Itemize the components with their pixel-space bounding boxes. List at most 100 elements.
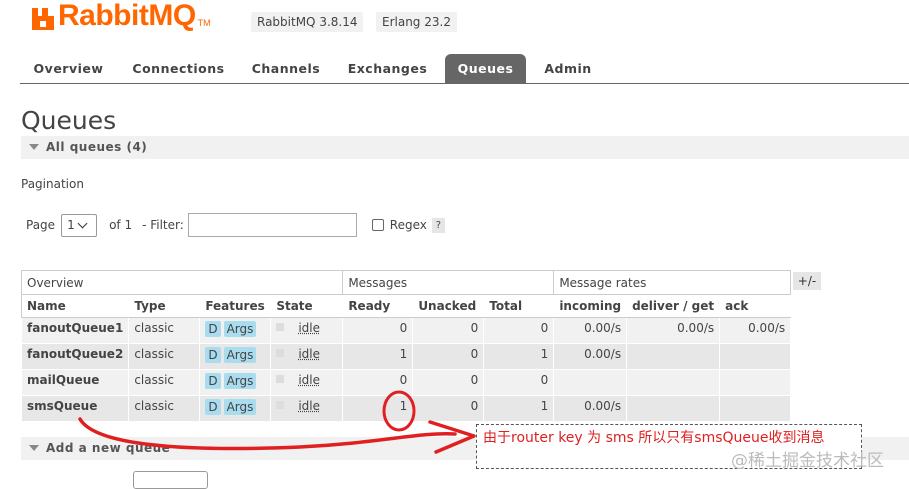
- rabbitmq-logo: RabbitMQ TM: [30, 0, 211, 32]
- state-square-icon: [276, 323, 285, 331]
- messages-unacked: 0: [412, 369, 485, 396]
- regex-help-button[interactable]: ?: [431, 217, 445, 233]
- col-header-name[interactable]: Name: [20, 294, 130, 318]
- queue-state: idle: [270, 369, 344, 396]
- queue-features: D Args: [199, 317, 272, 344]
- state-label: idle: [298, 373, 320, 387]
- tab-overview[interactable]: Overview: [20, 54, 117, 83]
- queue-features: D Args: [199, 395, 272, 422]
- main-nav-tabs: Overview Connections Channels Exchanges …: [20, 54, 909, 84]
- messages-ready: 1: [342, 343, 414, 370]
- erlang-version: Erlang 23.2: [376, 12, 457, 32]
- queue-name-link[interactable]: fanoutQueue1: [20, 317, 130, 344]
- group-header-overview: Overview: [20, 270, 344, 295]
- regex-checkbox[interactable]: [371, 219, 384, 231]
- table-row: mailQueue classic D Args idle 0 0 0: [20, 369, 792, 396]
- messages-unacked: 0: [412, 395, 485, 422]
- add-queue-label: Add a new queue: [46, 441, 171, 455]
- page-select[interactable]: 1: [61, 213, 98, 237]
- rate-ack: [719, 395, 792, 422]
- col-header-features[interactable]: Features: [199, 294, 272, 318]
- tab-exchanges[interactable]: Exchanges: [335, 54, 440, 83]
- page-of-label: of 1: [109, 218, 133, 232]
- queue-type: classic: [128, 343, 201, 370]
- queue-type: classic: [128, 395, 201, 422]
- rabbitmq-version: RabbitMQ 3.8.14: [251, 12, 364, 32]
- messages-total: 0: [483, 369, 555, 396]
- queue-features: D Args: [199, 369, 272, 396]
- filter-input[interactable]: [187, 213, 357, 237]
- rate-deliver-get: [626, 369, 721, 396]
- page-select-value: 1: [67, 218, 75, 232]
- all-queues-section-toggle[interactable]: All queues (4): [21, 136, 909, 159]
- queue-state: idle: [270, 343, 344, 370]
- rate-ack: 0.00/s: [719, 317, 792, 344]
- queue-name-link[interactable]: smsQueue: [20, 395, 130, 422]
- collapse-triangle-icon: [29, 445, 39, 451]
- messages-unacked: 0: [412, 343, 485, 370]
- chevron-down-icon: [77, 218, 88, 228]
- messages-unacked: 0: [412, 317, 485, 344]
- feature-args-badge[interactable]: Args: [223, 373, 257, 389]
- page-label: Page: [26, 218, 56, 232]
- col-header-ready[interactable]: Ready: [342, 294, 414, 318]
- columns-toggle-button[interactable]: +/-: [793, 272, 821, 290]
- feature-durable-badge: D: [205, 373, 221, 389]
- rate-ack: [719, 343, 792, 370]
- collapse-triangle-icon: [29, 144, 39, 150]
- all-queues-label: All queues (4): [46, 140, 148, 154]
- queue-state: idle: [270, 317, 344, 344]
- page-title: Queues: [21, 106, 117, 135]
- feature-durable-badge: D: [205, 399, 221, 415]
- messages-total: 1: [483, 395, 555, 422]
- col-header-incoming[interactable]: incoming: [553, 294, 628, 318]
- rate-incoming: 0.00/s: [553, 395, 628, 422]
- col-header-state[interactable]: State: [270, 294, 344, 318]
- queue-name-link[interactable]: mailQueue: [20, 369, 130, 396]
- regex-label: Regex: [389, 218, 427, 232]
- feature-durable-badge: D: [205, 347, 221, 363]
- messages-ready: 1: [342, 395, 414, 422]
- watermark: @稀土掘金技术社区: [731, 451, 884, 471]
- rate-deliver-get: 0.00/s: [626, 317, 721, 344]
- messages-total: 0: [483, 317, 555, 344]
- table-row: smsQueue classic D Args idle 1 0 1 0.00/s: [20, 395, 792, 422]
- col-header-type[interactable]: Type: [128, 294, 201, 318]
- rabbit-logo-icon: [30, 8, 56, 30]
- tab-channels[interactable]: Channels: [240, 54, 332, 83]
- feature-args-badge[interactable]: Args: [223, 347, 257, 363]
- pagination-controls: Page 1 of 1 - Filter: Regex ?: [26, 212, 445, 238]
- feature-args-badge[interactable]: Args: [223, 321, 257, 337]
- tab-admin[interactable]: Admin: [530, 54, 606, 83]
- tab-connections[interactable]: Connections: [119, 54, 238, 83]
- group-header-messages: Messages: [342, 270, 555, 295]
- state-label: idle: [298, 347, 320, 361]
- messages-ready: 0: [342, 317, 414, 344]
- queues-table: Overview Messages Message rates Name Typ…: [20, 270, 792, 422]
- state-square-icon: [276, 375, 285, 383]
- pagination-heading: Pagination: [21, 177, 84, 191]
- group-header-message-rates: Message rates: [553, 270, 792, 295]
- state-label: idle: [298, 399, 320, 413]
- col-header-unacked[interactable]: Unacked: [412, 294, 485, 318]
- feature-args-badge[interactable]: Args: [223, 399, 257, 415]
- queue-type: classic: [128, 369, 201, 396]
- rate-incoming: [553, 369, 628, 396]
- tab-queues[interactable]: Queues: [445, 54, 526, 83]
- logo-text: RabbitMQ: [58, 0, 196, 32]
- col-header-deliver-get[interactable]: deliver / get: [626, 294, 721, 318]
- filter-label: - Filter:: [142, 218, 184, 232]
- queue-type: classic: [128, 317, 201, 344]
- col-header-total[interactable]: Total: [483, 294, 555, 318]
- col-header-ack[interactable]: ack: [719, 294, 792, 318]
- state-square-icon: [276, 349, 285, 357]
- queue-name-link[interactable]: fanoutQueue2: [20, 343, 130, 370]
- rate-ack: [719, 369, 792, 396]
- feature-durable-badge: D: [205, 321, 221, 337]
- rate-incoming: 0.00/s: [553, 343, 628, 370]
- queue-features: D Args: [199, 343, 272, 370]
- state-square-icon: [276, 401, 285, 409]
- queue-state: idle: [270, 395, 344, 422]
- state-label: idle: [298, 321, 320, 335]
- queue-type-select[interactable]: [133, 471, 208, 489]
